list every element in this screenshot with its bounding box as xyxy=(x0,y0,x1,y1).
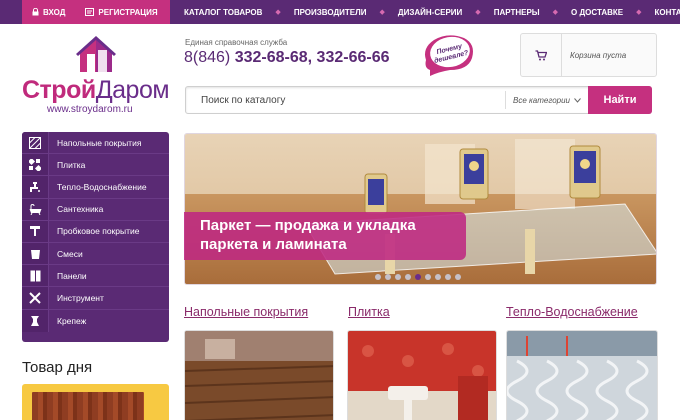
sidebar-item-label: Смеси xyxy=(57,248,83,259)
search-input[interactable]: Поиск по каталогу xyxy=(186,95,505,106)
nav-separator: ◆ xyxy=(552,9,559,16)
sidebar-item-label: Инструмент xyxy=(57,292,104,303)
cart-icon-wrap xyxy=(521,49,561,61)
fastener-icon xyxy=(22,309,49,332)
logo-part-1: Строй xyxy=(22,76,96,104)
cork-icon xyxy=(22,220,49,242)
sidebar-item-fasteners[interactable]: Крепеж xyxy=(22,309,169,332)
phone-numbers: 332-68-68, 332-66-66 xyxy=(234,49,390,66)
sidebar-item-tools[interactable]: Инструмент xyxy=(22,287,169,310)
sidebar-item-label: Крепеж xyxy=(57,315,87,326)
register-label: РЕГИСТРАЦИЯ xyxy=(98,7,158,17)
tools-icon xyxy=(22,287,49,309)
nav-separator: ◆ xyxy=(636,9,642,16)
sidebar-item-cork[interactable]: Пробковое покрытие xyxy=(22,220,169,243)
nav-design-series[interactable]: ДИЗАЙН-СЕРИИ xyxy=(398,8,462,17)
bucket-icon xyxy=(22,242,49,265)
category-select[interactable]: Все категории xyxy=(505,91,588,109)
slider-dot[interactable] xyxy=(375,274,381,280)
category-select-value: Все категории xyxy=(513,95,570,105)
nav-separator: ◆ xyxy=(275,9,281,16)
nav-separator: ◆ xyxy=(475,9,481,16)
main-nav: КАТАЛОГ ТОВАРОВ ◆ ПРОИЗВОДИТЕЛИ ◆ ДИЗАЙН-С… xyxy=(184,0,680,24)
nav-separator: ◆ xyxy=(379,9,385,16)
sidebar-item-mixes[interactable]: Смеси xyxy=(22,242,169,266)
slider-dot[interactable] xyxy=(385,274,391,280)
search-button[interactable]: Найти xyxy=(588,86,652,114)
promo-banner[interactable] xyxy=(184,133,657,285)
lock-icon xyxy=(32,8,39,16)
phone-label: Единая справочная служба xyxy=(185,38,288,47)
login-label: ВХОД xyxy=(43,7,66,17)
register-link[interactable]: РЕГИСТРАЦИЯ xyxy=(65,7,158,17)
slider-dot[interactable] xyxy=(405,274,411,280)
sidebar-item-heating[interactable]: Тепло-Водоснабжение xyxy=(22,176,169,199)
tile-icon xyxy=(22,154,49,176)
category-title-tile[interactable]: Плитка xyxy=(348,305,390,319)
nav-manufacturers[interactable]: ПРОИЗВОДИТЕЛИ xyxy=(294,8,367,17)
cart-widget[interactable]: Корзина пуста xyxy=(520,33,657,77)
nav-delivery[interactable]: О ДОСТАВКЕ xyxy=(571,8,623,17)
login-link[interactable]: ВХОД xyxy=(22,8,65,17)
nav-catalog[interactable]: КАТАЛОГ ТОВАРОВ xyxy=(184,8,262,17)
panel-icon xyxy=(22,265,49,287)
slider-dots xyxy=(375,274,465,280)
bathtub-icon xyxy=(22,198,49,220)
account-bar: ВХОД РЕГИСТРАЦИЯ xyxy=(22,0,170,24)
slider-dot[interactable] xyxy=(425,274,431,280)
slider-dot[interactable] xyxy=(395,274,401,280)
cart-icon xyxy=(535,49,547,60)
nav-partners[interactable]: ПАРТНЕРЫ xyxy=(494,8,540,17)
logo-part-2: Даром xyxy=(95,76,170,104)
sidebar-item-tile[interactable]: Плитка xyxy=(22,154,169,177)
cart-status: Корзина пуста xyxy=(570,50,627,60)
category-image-floor[interactable] xyxy=(184,330,334,420)
sidebar-item-panels[interactable]: Панели xyxy=(22,265,169,288)
sidebar-item-label: Сантехника xyxy=(57,204,104,215)
sidebar-item-floor[interactable]: Напольные покрытия xyxy=(22,132,169,155)
slider-dot[interactable] xyxy=(435,274,441,280)
slider-dot[interactable] xyxy=(455,274,461,280)
phone-number: 8(846) 332-68-68, 332-66-66 xyxy=(184,49,389,67)
chevron-down-icon xyxy=(574,97,581,103)
category-title-floor[interactable]: Напольные покрытия xyxy=(184,305,308,319)
category-image-heating[interactable] xyxy=(506,330,658,420)
floor-icon xyxy=(22,132,49,154)
sidebar-item-label: Тепло-Водоснабжение xyxy=(57,181,147,192)
slider-dot[interactable] xyxy=(415,274,421,280)
product-of-day-image[interactable] xyxy=(32,392,144,420)
banner-line-1: Паркет — продажа и укладка xyxy=(200,217,416,234)
logo-url: www.stroydarom.ru xyxy=(47,104,133,115)
sidebar-item-label: Пробковое покрытие xyxy=(57,226,140,237)
why-cheaper-badge[interactable]: Почему дешевле? xyxy=(420,30,478,78)
search-bar: Поиск по каталогу Все категории Найти xyxy=(185,86,652,114)
logo-wordmark[interactable]: СтройДаром xyxy=(22,76,170,105)
banner-line-2: паркета и ламината xyxy=(200,236,347,253)
house-logo-icon[interactable] xyxy=(76,36,116,74)
product-of-day-title: Товар дня xyxy=(22,359,93,376)
banner-image xyxy=(185,134,656,284)
register-icon xyxy=(85,8,95,16)
category-title-heating[interactable]: Тепло-Водоснабжение xyxy=(506,305,638,319)
phone-code: 8(846) xyxy=(184,49,231,66)
sidebar-item-label: Напольные покрытия xyxy=(57,137,142,148)
sidebar-item-label: Панели xyxy=(57,270,87,281)
faucet-icon xyxy=(22,176,49,198)
slider-dot[interactable] xyxy=(445,274,451,280)
catalog-sidebar: Напольные покрытия Плитка Тепло-Водоснаб… xyxy=(22,132,169,342)
nav-contacts[interactable]: КОНТАКТЫ xyxy=(655,8,680,17)
category-image-tile[interactable] xyxy=(347,330,497,420)
sidebar-item-label: Плитка xyxy=(57,159,86,170)
sidebar-item-plumbing[interactable]: Сантехника xyxy=(22,198,169,221)
